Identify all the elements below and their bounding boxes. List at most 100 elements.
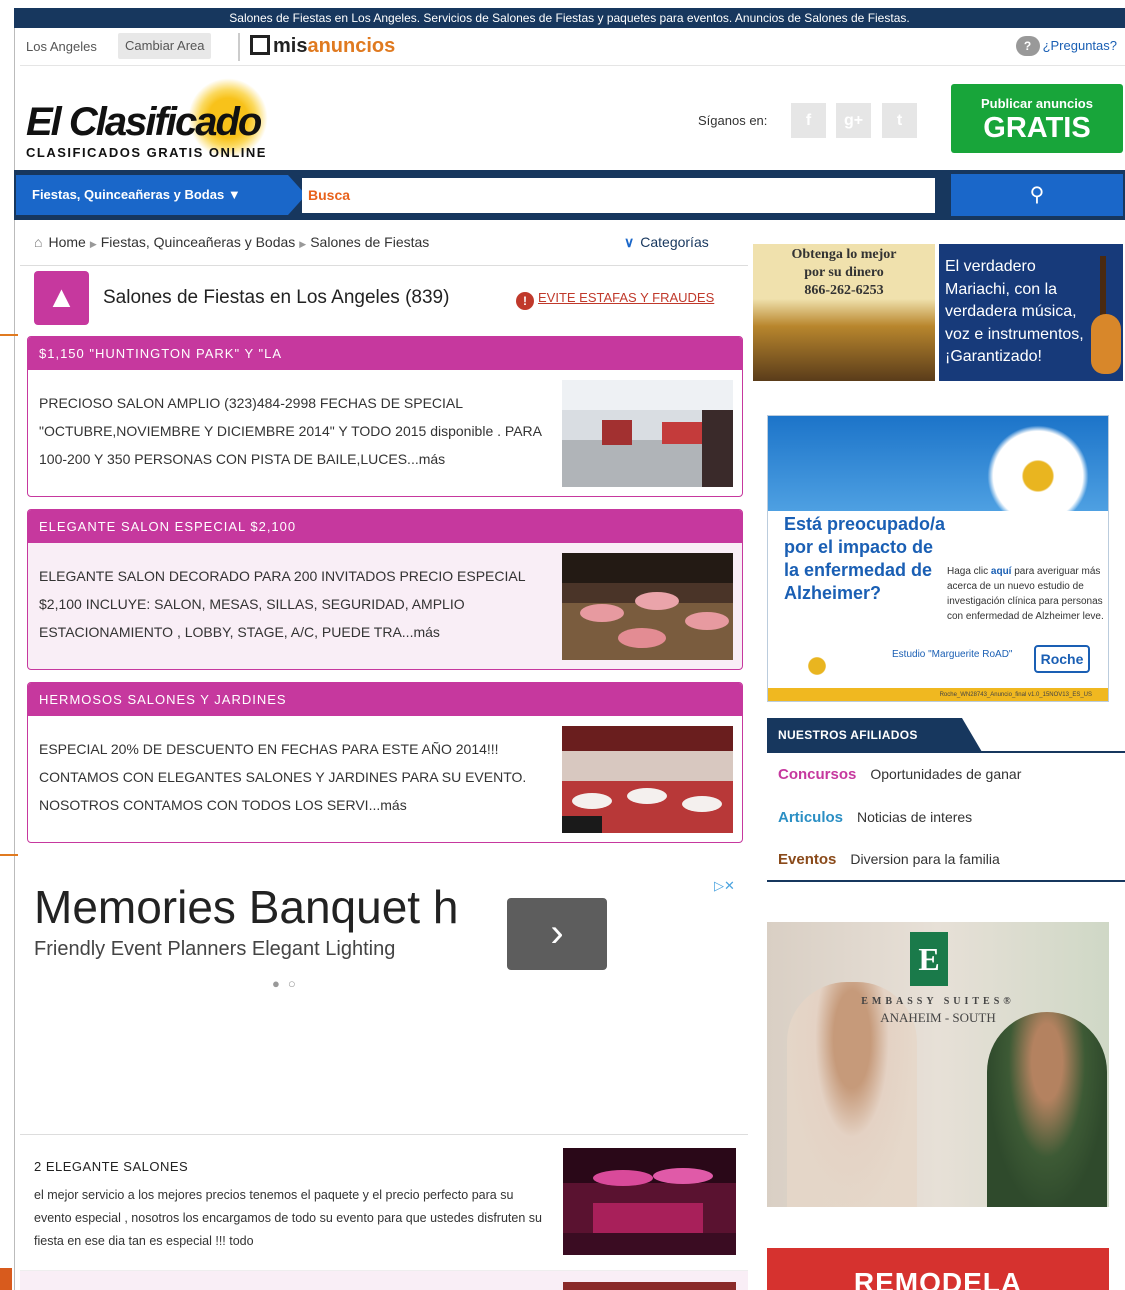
listing-card[interactable]: $1,150 "HUNTINGTON PARK" Y "LA PRECIOSO … (27, 336, 743, 497)
affiliate-desc: Noticias de interes (857, 809, 973, 825)
listing-title[interactable]: ELEGANTE SALON ESPECIAL $2,100 (28, 510, 742, 543)
search-input[interactable]: Busca (302, 178, 935, 213)
affiliate-key[interactable]: Articulos (778, 809, 843, 826)
listing-photo[interactable] (562, 553, 733, 660)
search-button[interactable]: ⚲ (951, 174, 1123, 216)
guitar-neck (1100, 256, 1106, 318)
change-area-button[interactable]: Cambiar Area (118, 33, 212, 59)
listing-text: ELEGANTE SALON DECORADO PARA 200 INVITAD… (39, 568, 525, 640)
affiliate-key[interactable]: Concursos (778, 766, 856, 783)
listing-text: el mejor servicio a los mejores precios … (34, 1188, 542, 1248)
banner4-location: ANAHEIM - SOUTH (880, 1010, 996, 1025)
misanuncios-icon (250, 35, 270, 55)
top-info-bar: Salones de Fiestas en Los Angeles. Servi… (14, 8, 1125, 28)
ad-banner-alzheimer[interactable]: Está preocupado/a por el impacto de la e… (767, 415, 1109, 702)
affiliate-desc: Oportunidades de ganar (870, 766, 1022, 782)
banner1-line1: Obtenga lo mejor (791, 247, 897, 262)
affiliate-desc: Diversion para la familia (850, 851, 1000, 867)
left-marker-block (0, 1268, 12, 1290)
party-hat-icon: ▲ (34, 271, 89, 325)
search-icon: ⚲ (1029, 184, 1045, 206)
chevron-down-icon: ∨ (624, 234, 635, 250)
listing-photo[interactable] (563, 1148, 736, 1255)
home-icon: ⌂ (34, 234, 43, 250)
ad-pagination-dots[interactable]: ●○ (272, 976, 304, 991)
facebook-icon[interactable]: f (791, 103, 826, 138)
left-marker-bottom (0, 854, 18, 856)
ad-banner-remodela[interactable]: REMODELA (767, 1248, 1109, 1290)
daisy-icon (782, 636, 852, 696)
affiliates-line (767, 880, 1125, 882)
daisy-icon (978, 421, 1098, 531)
questions-label: ¿Preguntas? (1042, 38, 1117, 53)
listing-card[interactable]: HERMOSOS SALONES Y JARDINES ESPECIAL 20%… (27, 682, 743, 843)
misanuncios-link[interactable]: misanuncios (250, 35, 395, 58)
publish-line2: GRATIS (983, 112, 1091, 144)
listing-photo[interactable] (562, 726, 733, 833)
category-dropdown[interactable]: Fiestas, Quinceañeras y Bodas ▼ (16, 175, 306, 215)
google-plus-icon[interactable]: g+ (836, 103, 871, 138)
divider (20, 1134, 748, 1135)
ad-banner-embassy[interactable]: E EMBASSY SUITES® ANAHEIM - SOUTH (767, 922, 1109, 1207)
listing-card[interactable]: ELEGANTE SALON ESPECIAL $2,100 ELEGANTE … (27, 509, 743, 670)
affiliate-item[interactable]: Eventos Diversion para la familia (778, 851, 1000, 868)
ad-title[interactable]: Memories Banquet h (34, 880, 458, 934)
ad-subtitle[interactable]: Friendly Event Planners Elegant Lighting (34, 938, 395, 961)
dropdown-arrow-icon: ▼ (227, 187, 241, 202)
warning-icon: ! (516, 292, 534, 310)
banner2-text: El verdadero Mariachi, con la verdadera … (945, 258, 1084, 365)
listing-text: PRECIOSO SALON AMPLIO (323)484-2998 FECH… (39, 395, 542, 467)
banner3-headline: Está preocupado/a por el impacto de la e… (784, 514, 946, 603)
list-title: Salones de Fiestas en Los Angeles (839) (103, 287, 450, 308)
chevron-right-icon: › (550, 911, 564, 955)
listing-photo[interactable] (562, 380, 733, 487)
categories-label: Categorías (640, 234, 709, 250)
listing-photo[interactable] (563, 1282, 736, 1290)
logo-name: El Clasificado (26, 100, 262, 144)
affiliate-item[interactable]: Articulos Noticias de interes (778, 809, 972, 826)
header-bar: Los Angeles Cambiar Area misanuncios ? ¿P… (20, 30, 1125, 66)
current-city: Los Angeles (26, 39, 97, 54)
breadcrumb-home[interactable]: Home (48, 234, 85, 250)
publish-ad-button[interactable]: Publicar anuncios GRATIS (951, 84, 1123, 153)
listing-title[interactable]: 2 ELEGANTE SALONES (34, 1159, 188, 1174)
ad-banner-mariachi[interactable]: El verdadero Mariachi, con la verdadera … (939, 244, 1123, 381)
breadcrumb: ⌂ Home ▶ Fiestas, Quinceañeras y Bodas ▶ Salo… (34, 234, 429, 250)
site-logo[interactable]: El Clasificado CLASIFICADOS GRATIS ONLIN… (20, 72, 300, 167)
publish-line1: Publicar anuncios (981, 96, 1093, 111)
question-bubble-icon: ? (1015, 36, 1040, 56)
left-marker-top (0, 334, 18, 336)
banner1-phone: 866-262-6253 (804, 283, 884, 298)
breadcrumb-arrow-icon: ▶ (299, 239, 307, 249)
ad-banner-deals[interactable]: Obtenga lo mejor por su dinero 866-262-625… (753, 244, 935, 381)
misanuncios-text-a: mis (273, 35, 308, 57)
questions-link[interactable]: ? ¿Preguntas? (1015, 36, 1117, 56)
banner3-link[interactable]: aquí (991, 566, 1012, 577)
affiliate-key[interactable]: Eventos (778, 851, 836, 868)
adchoices-icon[interactable]: ▷✕ (714, 878, 735, 894)
affiliates-header: NUESTROS AFILIADOS (767, 718, 982, 752)
banner3-body-a: Haga clic (947, 566, 991, 577)
listing-title[interactable]: $1,150 "HUNTINGTON PARK" Y "LA (28, 337, 742, 370)
roche-logo: Roche (1034, 645, 1090, 673)
banner4-brand: EMBASSY SUITES® (861, 996, 1015, 1007)
category-dropdown-label: Fiestas, Quinceañeras y Bodas (32, 187, 225, 202)
banner3-body: Haga clic aquí para averiguar más acerca… (947, 564, 1107, 624)
embassy-logo: E (910, 932, 948, 986)
nav-bar: Fiestas, Quinceañeras y Bodas ▼ Busca ⚲ (14, 170, 1125, 220)
breadcrumb-arrow-icon: ▶ (89, 239, 97, 249)
categories-toggle[interactable]: ∨ Categorías (624, 234, 709, 251)
scam-warning-link[interactable]: ! EVITE ESTAFAS Y FRAUDES (516, 290, 714, 310)
ad-next-button[interactable]: › (507, 898, 607, 970)
scam-warning-label: EVITE ESTAFAS Y FRAUDES (538, 290, 715, 305)
listing-text: ESPECIAL 20% DE DESCUENTO EN FECHAS PARA… (39, 741, 527, 813)
header-separator (238, 33, 240, 61)
affiliate-item[interactable]: Concursos Oportunidades de ganar (778, 766, 1021, 783)
listing-title[interactable]: HERMOSOS SALONES Y JARDINES (28, 683, 742, 716)
breadcrumb-current: Salones de Fiestas (310, 234, 430, 250)
banner1-line2: por su dinero (804, 265, 884, 280)
breadcrumb-level1[interactable]: Fiestas, Quinceañeras y Bodas (101, 234, 296, 250)
banner3-study: Estudio "Marguerite RoAD" (892, 649, 1013, 660)
twitter-icon[interactable]: t (882, 103, 917, 138)
affiliates-line (767, 751, 1125, 753)
